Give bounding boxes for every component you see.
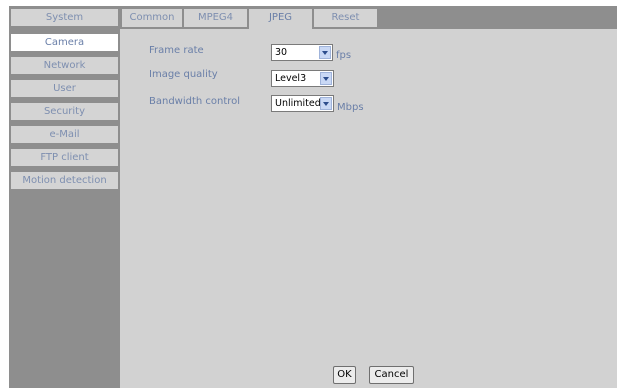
sidebar-item-ftp-client[interactable]: FTP client — [11, 149, 118, 166]
sidebar-item-system[interactable]: System — [11, 9, 118, 26]
chevron-down-icon — [320, 72, 332, 85]
chevron-down-icon — [320, 97, 332, 110]
main-panel: Common MPEG4 JPEG Reset Frame rate 30 fp… — [120, 6, 617, 388]
tab-common[interactable]: Common — [122, 9, 182, 27]
bandwidth-control-label: Bandwidth control — [149, 96, 241, 107]
bandwidth-control-value: Unlimited — [275, 98, 321, 109]
frame-rate-select[interactable]: 30 — [271, 44, 333, 61]
tab-reset[interactable]: Reset — [314, 9, 377, 27]
frame-rate-unit: fps — [336, 50, 352, 61]
sidebar-item-security[interactable]: Security — [11, 103, 118, 120]
ok-button[interactable]: OK — [333, 366, 356, 384]
sidebar-item-email[interactable]: e-Mail — [11, 126, 118, 143]
sidebar: System Camera Network User Security e-Ma… — [9, 6, 120, 388]
tab-jpeg[interactable]: JPEG — [249, 9, 312, 29]
tab-mpeg4[interactable]: MPEG4 — [184, 9, 247, 27]
sidebar-item-user[interactable]: User — [11, 80, 118, 97]
bandwidth-unit: Mbps — [337, 102, 364, 113]
sidebar-item-network[interactable]: Network — [11, 57, 118, 74]
cancel-button[interactable]: Cancel — [369, 366, 414, 384]
image-quality-value: Level3 — [275, 73, 307, 84]
frame-rate-value: 30 — [275, 47, 288, 58]
chevron-down-icon — [319, 46, 331, 59]
tab-bar: Common MPEG4 JPEG Reset — [120, 6, 617, 29]
sidebar-item-motion-detection[interactable]: Motion detection — [11, 172, 118, 189]
bandwidth-control-select[interactable]: Unlimited — [271, 95, 334, 112]
page-frame: System Camera Network User Security e-Ma… — [0, 0, 625, 388]
image-quality-select[interactable]: Level3 — [271, 70, 334, 87]
image-quality-label: Image quality — [149, 69, 218, 80]
sidebar-item-camera[interactable]: Camera — [11, 34, 118, 51]
frame-rate-label: Frame rate — [149, 45, 204, 56]
